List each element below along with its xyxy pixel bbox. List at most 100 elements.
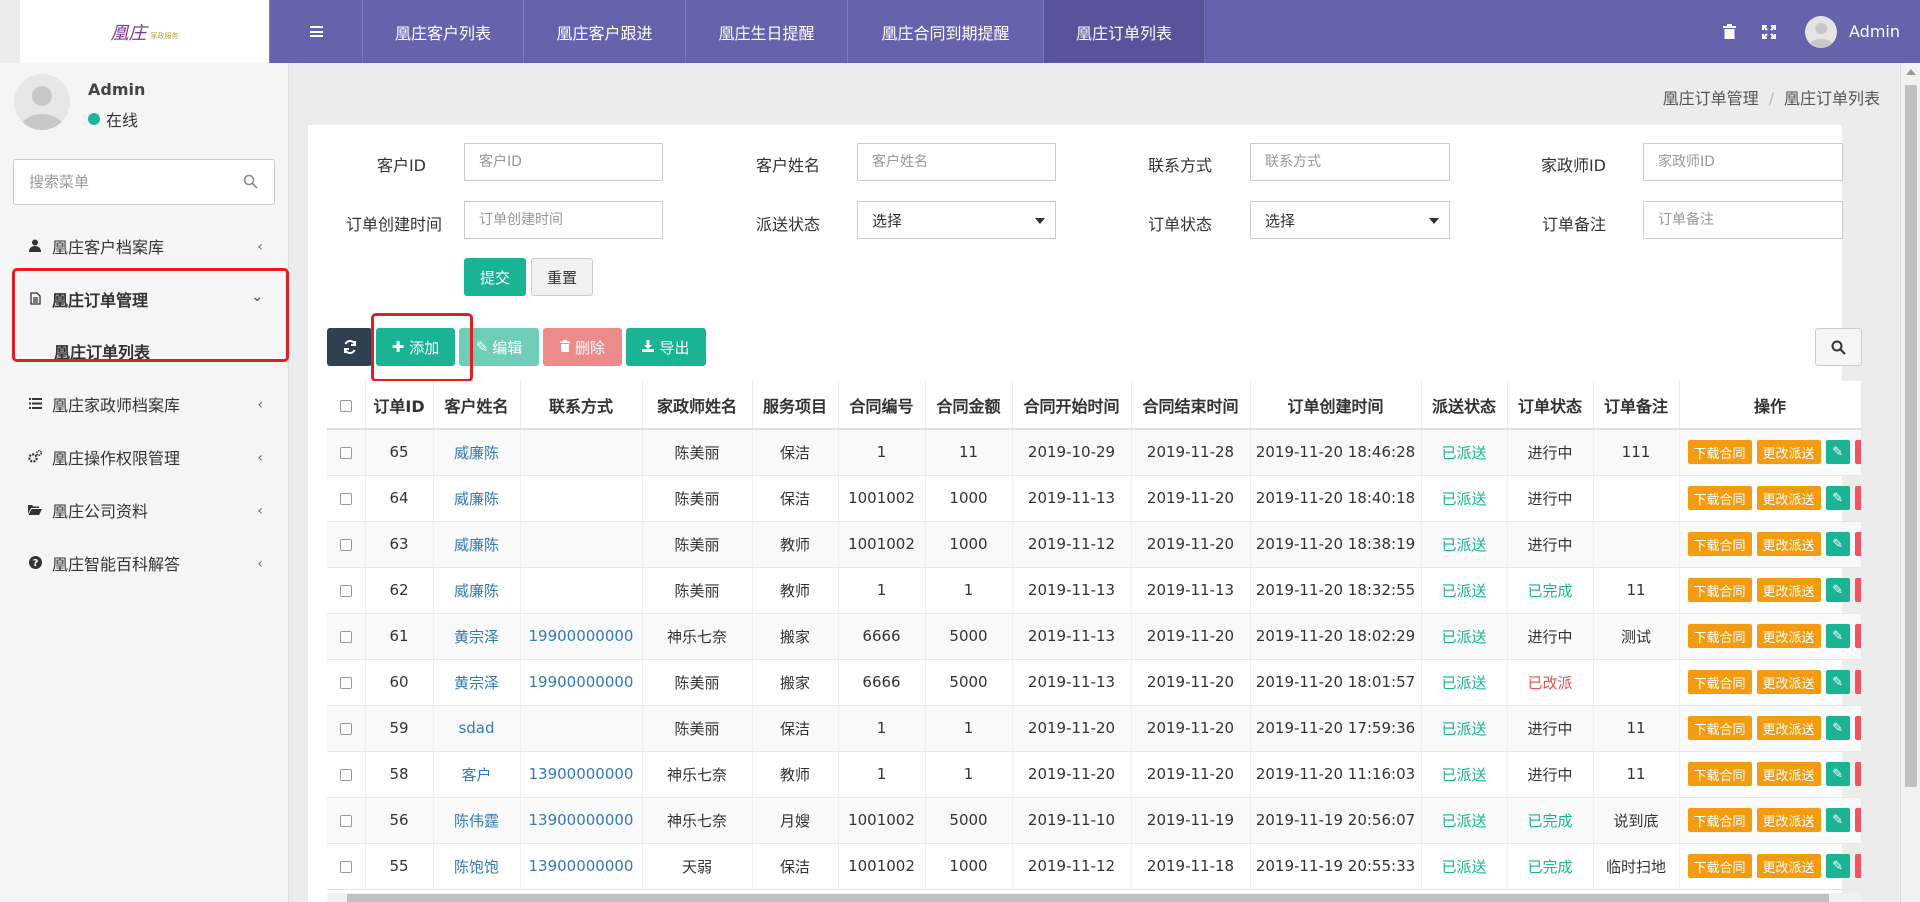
top-user-name[interactable]: Admin (1849, 22, 1900, 41)
customer-id-input[interactable] (464, 143, 663, 181)
edit-row-button[interactable]: ✎ (1825, 762, 1850, 786)
table-row[interactable]: 58 客户 13900000000 神乐七奈 教师 1 1 2019-11-20 2019-11… (327, 751, 1861, 798)
delete-row-button[interactable] (1854, 854, 1860, 878)
row-checkbox[interactable] (339, 446, 352, 459)
table-row[interactable]: 61 黄宗泽 19900000000 神乐七奈 搬家 6666 5000 2019-11-13… (327, 613, 1861, 660)
table-search-button[interactable] (1815, 328, 1862, 366)
col-order-note[interactable]: 订单备注 (1593, 381, 1680, 430)
change-dispatch-button[interactable]: 更改派送 (1756, 532, 1821, 556)
cell-customer-name[interactable]: 黄宗泽 (433, 659, 521, 706)
delete-row-button[interactable] (1854, 486, 1860, 510)
row-checkbox[interactable] (339, 492, 352, 505)
vertical-scrollbar[interactable] (1900, 63, 1920, 902)
avatar[interactable] (1805, 15, 1837, 48)
cell-customer-name[interactable]: sdad (433, 705, 521, 752)
horizontal-scrollbar[interactable] (327, 893, 1861, 902)
cell-customer-name[interactable]: 陈伟霆 (433, 797, 521, 844)
sidebar-item-customer-archive[interactable]: 凰庄客户档案库 ‹ (0, 219, 289, 272)
tab-customer-list[interactable]: 凰庄客户列表 (363, 0, 524, 63)
download-contract-button[interactable]: 下载合同 (1687, 578, 1752, 602)
trash-icon[interactable] (1709, 0, 1749, 63)
sidebar-subitem-order-list[interactable]: 凰庄订单列表 (0, 325, 289, 377)
tab-contract-expiry[interactable]: 凰庄合同到期提醒 (848, 0, 1044, 63)
sidebar-item-company-info[interactable]: 凰庄公司资料 ‹ (0, 483, 289, 536)
col-contract-no[interactable]: 合同编号 (838, 381, 926, 430)
tab-birthday-reminder[interactable]: 凰庄生日提醒 (686, 0, 848, 63)
table-row[interactable]: 63 威廉陈 陈美丽 教师 1001002 1000 2019-11-12 2019-11-2… (327, 521, 1861, 568)
col-contract-start[interactable]: 合同开始时间 (1012, 381, 1132, 430)
change-dispatch-button[interactable]: 更改派送 (1756, 440, 1821, 465)
col-customer-name[interactable]: 客户姓名 (433, 381, 521, 430)
edit-row-button[interactable]: ✎ (1825, 532, 1850, 556)
row-checkbox[interactable] (339, 814, 352, 827)
cell-customer-name[interactable]: 威廉陈 (433, 521, 521, 568)
refresh-button[interactable] (327, 328, 372, 366)
scrollbar-thumb[interactable] (347, 894, 1829, 902)
delete-row-button[interactable] (1854, 532, 1860, 556)
select-all-checkbox[interactable] (339, 399, 352, 412)
change-dispatch-button[interactable]: 更改派送 (1756, 808, 1821, 832)
cell-contact[interactable] (520, 475, 643, 522)
cell-contact[interactable] (520, 567, 643, 614)
scroll-up-icon[interactable] (1906, 69, 1916, 75)
cell-contact[interactable]: 13900000000 (520, 751, 643, 798)
download-contract-button[interactable]: 下载合同 (1687, 716, 1752, 740)
delete-row-button[interactable] (1854, 578, 1860, 602)
cell-contact[interactable] (520, 521, 643, 568)
tab-customer-follow[interactable]: 凰庄客户跟进 (524, 0, 686, 63)
sidebar-item-knowledge-base[interactable]: ? 凰庄智能百科解答 ‹ (0, 536, 289, 589)
download-contract-button[interactable]: 下载合同 (1687, 808, 1752, 832)
row-checkbox[interactable] (339, 768, 352, 781)
submit-button[interactable]: 提交 (464, 258, 526, 296)
reset-button[interactable]: 重置 (531, 258, 593, 296)
created-time-input[interactable] (464, 201, 663, 239)
delete-row-button[interactable] (1854, 624, 1860, 648)
col-contact[interactable]: 联系方式 (520, 381, 643, 430)
col-housekeeper-name[interactable]: 家政师姓名 (642, 381, 753, 430)
tab-order-list[interactable]: 凰庄订单列表 (1044, 0, 1205, 63)
edit-row-button[interactable]: ✎ (1825, 624, 1850, 648)
download-contract-button[interactable]: 下载合同 (1687, 670, 1752, 694)
dispatch-status-select[interactable]: 选择 (857, 201, 1056, 239)
change-dispatch-button[interactable]: 更改派送 (1756, 624, 1821, 648)
table-row[interactable]: 64 威廉陈 陈美丽 保洁 1001002 1000 2019-11-13 2019-11-2… (327, 475, 1861, 522)
col-created-time[interactable]: 订单创建时间 (1250, 381, 1422, 430)
table-row[interactable]: 62 威廉陈 陈美丽 教师 1 1 2019-11-13 2019-11-13 2019-11-… (327, 567, 1861, 614)
download-contract-button[interactable]: 下载合同 (1687, 624, 1752, 648)
table-row[interactable]: 55 陈饱饱 13900000000 天弱 保洁 1001002 1000 2019-11-1… (327, 843, 1861, 890)
order-status-select[interactable]: 选择 (1250, 201, 1450, 239)
change-dispatch-button[interactable]: 更改派送 (1756, 854, 1821, 878)
download-contract-button[interactable]: 下载合同 (1687, 854, 1752, 878)
table-row[interactable]: 59 sdad 陈美丽 保洁 1 1 2019-11-20 2019-11-20 2019-11… (327, 705, 1861, 752)
change-dispatch-button[interactable]: 更改派送 (1756, 578, 1821, 602)
export-button[interactable]: 导出 (626, 328, 706, 366)
menu-search-input[interactable] (29, 173, 229, 191)
row-checkbox[interactable] (339, 722, 352, 735)
logo[interactable]: 凰庄 家政服务 (20, 0, 269, 63)
edit-row-button[interactable]: ✎ (1825, 716, 1850, 740)
download-contract-button[interactable]: 下载合同 (1687, 762, 1752, 786)
add-button[interactable]: ✚ 添加 (376, 328, 455, 366)
delete-row-button[interactable] (1854, 808, 1860, 832)
edit-row-button[interactable]: ✎ (1825, 578, 1850, 602)
contact-input[interactable] (1250, 143, 1450, 181)
table-row[interactable]: 60 黄宗泽 19900000000 陈美丽 搬家 6666 5000 2019-11-13 2… (327, 659, 1861, 706)
menu-toggle-button[interactable] (269, 0, 363, 63)
col-contract-amount[interactable]: 合同金额 (925, 381, 1013, 430)
col-contract-end[interactable]: 合同结束时间 (1131, 381, 1251, 430)
row-checkbox[interactable] (339, 860, 352, 873)
edit-row-button[interactable]: ✎ (1825, 808, 1850, 832)
edit-row-button[interactable]: ✎ (1825, 486, 1850, 510)
cell-contact[interactable]: 13900000000 (520, 797, 643, 844)
housekeeper-id-input[interactable] (1643, 143, 1843, 181)
sidebar-item-order-management[interactable]: 凰庄订单管理 ⌄ (0, 272, 289, 325)
cell-customer-name[interactable]: 威廉陈 (433, 429, 521, 476)
change-dispatch-button[interactable]: 更改派送 (1756, 486, 1821, 510)
delete-row-button[interactable] (1854, 670, 1860, 694)
sidebar-item-housekeeper-archive[interactable]: 凰庄家政师档案库 ‹ (0, 377, 289, 430)
change-dispatch-button[interactable]: 更改派送 (1756, 670, 1821, 694)
delete-row-button[interactable] (1854, 762, 1860, 786)
row-checkbox[interactable] (339, 538, 352, 551)
table-row[interactable]: 65 威廉陈 陈美丽 保洁 1 11 2019-10-29 2019-11-28 2019-11… (327, 429, 1861, 476)
cell-customer-name[interactable]: 陈饱饱 (433, 843, 521, 890)
